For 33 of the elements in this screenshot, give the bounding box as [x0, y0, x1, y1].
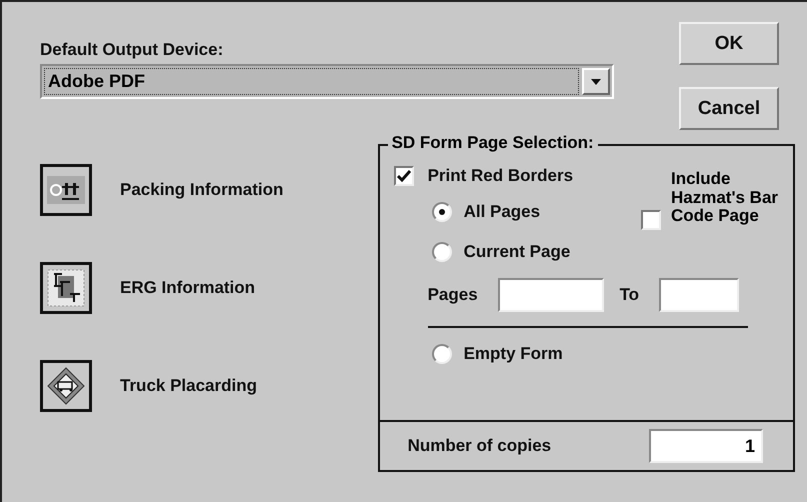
- tool-label: ERG Information: [120, 278, 256, 298]
- tool-label: Packing Information: [120, 180, 284, 200]
- checkbox-label: Include Hazmat's Bar Code Page: [671, 170, 780, 226]
- copies-field[interactable]: 1: [649, 429, 763, 463]
- caret-icon: [591, 78, 601, 84]
- book-icon: [46, 268, 86, 308]
- truck-icon: [46, 366, 86, 406]
- check-icon: [396, 170, 411, 182]
- radio-button[interactable]: [432, 202, 452, 222]
- device-dropdown[interactable]: Adobe PDF: [40, 64, 614, 99]
- tool-button[interactable]: [40, 262, 92, 314]
- ok-button[interactable]: OK: [679, 22, 779, 65]
- radio-button[interactable]: [432, 242, 452, 262]
- copies-label: Number of copies: [408, 436, 552, 456]
- tool-label: Truck Placarding: [120, 376, 257, 396]
- tool-button[interactable]: [40, 164, 92, 216]
- radio-label: All Pages: [464, 202, 540, 222]
- from-page-field[interactable]: [498, 278, 604, 312]
- radio-label: Empty Form: [464, 344, 563, 364]
- group-title: SD Form Page Selection:: [388, 133, 598, 153]
- to-page-field[interactable]: [659, 278, 740, 312]
- checkbox-label: Print Red Borders: [428, 166, 574, 186]
- radio-button[interactable]: [432, 344, 452, 364]
- checkbox[interactable]: [394, 166, 414, 186]
- checkbox[interactable]: [641, 210, 661, 230]
- tool-button[interactable]: [40, 360, 92, 412]
- pages-label: Pages: [428, 285, 479, 305]
- to-label: To: [620, 285, 640, 305]
- device-label: Default Output Device:: [40, 40, 224, 60]
- radio-label: Current Page: [464, 242, 570, 262]
- dropdown-button[interactable]: [582, 68, 610, 95]
- cancel-button[interactable]: Cancel: [679, 87, 779, 130]
- dropdown-value: Adobe PDF: [44, 68, 579, 95]
